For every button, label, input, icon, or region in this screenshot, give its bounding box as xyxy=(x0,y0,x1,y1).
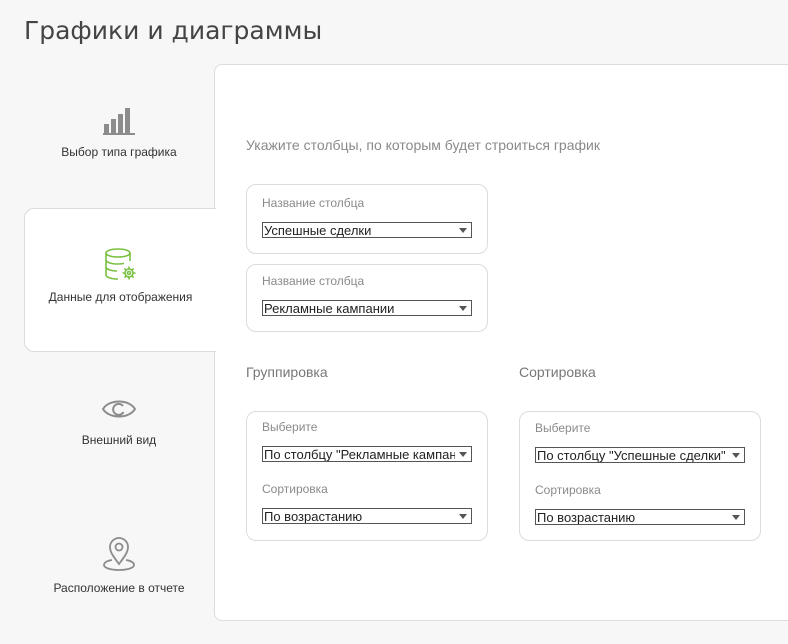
grouping-card: Выберите По столбцу "Рекламные кампании"… xyxy=(246,411,488,541)
dropdown-arrow-icon xyxy=(459,306,467,311)
step-label: Данные для отображения xyxy=(48,290,193,304)
instruction-text: Укажите столбцы, по которым будет строит… xyxy=(246,137,600,153)
step-data[interactable]: Данные для отображения xyxy=(24,208,216,352)
step-label: Выбор типа графика xyxy=(61,145,177,159)
step-appearance[interactable]: Внешний вид xyxy=(24,394,214,447)
dropdown-arrow-icon xyxy=(732,515,740,520)
select-value: По столбцу "Успешные сделки" xyxy=(537,448,726,463)
page-title: Графики и диаграммы xyxy=(24,16,323,45)
column-label: Название столбца xyxy=(262,196,365,210)
step-report-location[interactable]: Расположение в отчете xyxy=(24,536,214,595)
sorting-sort-select[interactable]: По возрастанию xyxy=(535,509,745,525)
select-value: По столбцу "Рекламные кампании" xyxy=(264,447,455,462)
step-label: Внешний вид xyxy=(81,433,157,447)
eye-icon xyxy=(24,394,214,427)
database-settings-icon xyxy=(25,247,216,286)
select-value: По возрастанию xyxy=(264,509,363,524)
dropdown-arrow-icon xyxy=(459,514,467,519)
grouping-sort-select[interactable]: По возрастанию xyxy=(262,508,472,524)
column-select-1[interactable]: Успешные сделки xyxy=(262,222,472,238)
sorting-select-label: Выберите xyxy=(535,421,591,435)
sorting-column-select[interactable]: По столбцу "Успешные сделки" xyxy=(535,447,745,463)
step-chart-type[interactable]: Выбор типа графика xyxy=(24,106,214,159)
column-card-2: Название столбца Рекламные кампании xyxy=(246,264,488,332)
grouping-column-select[interactable]: По столбцу "Рекламные кампании" xyxy=(262,446,472,462)
dropdown-arrow-icon xyxy=(732,453,740,458)
location-pin-icon xyxy=(24,536,214,575)
select-value: Успешные сделки xyxy=(264,223,372,238)
grouping-title: Группировка xyxy=(246,364,328,380)
step-label: Расположение в отчете xyxy=(53,581,185,595)
column-select-2[interactable]: Рекламные кампании xyxy=(262,300,472,316)
sorting-sort-label: Сортировка xyxy=(535,483,601,497)
grouping-select-label: Выберите xyxy=(262,420,318,434)
sorting-title: Сортировка xyxy=(519,364,596,380)
bar-chart-icon xyxy=(24,106,214,139)
select-value: По возрастанию xyxy=(537,510,636,525)
dropdown-arrow-icon xyxy=(459,228,467,233)
dropdown-arrow-icon xyxy=(459,452,467,457)
sorting-card: Выберите По столбцу "Успешные сделки" Со… xyxy=(519,411,761,541)
column-label: Название столбца xyxy=(262,274,365,288)
column-card-1: Название столбца Успешные сделки xyxy=(246,184,488,254)
select-value: Рекламные кампании xyxy=(264,301,395,316)
grouping-sort-label: Сортировка xyxy=(262,482,328,496)
